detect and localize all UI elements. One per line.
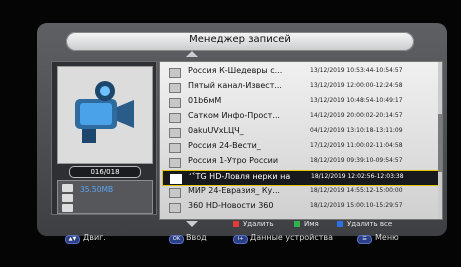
record-file-icon [169, 83, 181, 93]
record-row[interactable]: 0akuUVxLЦЧ_ 04/12/2019 13:10:18-13:11:09 [162, 125, 438, 139]
record-time: 14/12/2019 20:00:02-20:14:57 [310, 112, 403, 119]
move-hint-label: Двиг. [83, 233, 106, 242]
video-camera-thumbnail [57, 66, 153, 164]
record-time: 18/12/2019 09:39:10-09:54:57 [310, 157, 403, 164]
enter-hint-label: Ввод [186, 233, 207, 242]
record-file-icon [169, 68, 181, 78]
record-counter: 016/018 [69, 166, 141, 178]
folder-icon [62, 204, 73, 212]
record-title: Сатком Инфо-Прост... [188, 111, 280, 120]
record-title: 01b6мМ [188, 96, 222, 105]
record-title: 0akuUVxLЦЧ_ [188, 126, 244, 135]
record-title: МИР 24-Евразия_ Ку... [188, 186, 280, 195]
record-file-icon [169, 188, 181, 198]
storage-size: 35.50MB [80, 185, 114, 194]
record-time: 18/12/2019 15:00:10-15:29:57 [310, 202, 403, 209]
record-time: 04/12/2019 13:10:18-13:11:09 [310, 127, 403, 134]
record-title: Россия 1-Утро России [188, 156, 279, 165]
record-file-icon [170, 174, 182, 184]
record-title: 360 HD-Новости 360 [188, 201, 274, 210]
record-file-icon [169, 143, 181, 153]
scroll-down-arrow-icon[interactable] [186, 221, 198, 227]
ok-key-icon: OK [169, 235, 184, 244]
page-title: Менеджер записей [189, 34, 291, 45]
record-row[interactable]: Пятый канал-Извест... 13/12/2019 12:00:0… [162, 80, 438, 94]
green-key-icon [294, 221, 300, 227]
record-time: 18/12/2019 12:02:56-12:03:38 [311, 173, 404, 180]
scrollbar-thumb[interactable] [438, 114, 442, 172]
preview-panel: 016/018 35.50MB [51, 61, 157, 215]
legend-rename-label: Имя [304, 220, 319, 228]
record-title: Россия 24-Вести_ [188, 141, 261, 150]
record-row[interactable]: 360 HD-Новости 360 18/12/2019 15:00:10-1… [162, 200, 438, 214]
record-row[interactable]: Россия 24-Вести_ 17/12/2019 11:00:02-11:… [162, 140, 438, 154]
legend-rename[interactable]: Имя [294, 220, 319, 228]
device-info-box: 35.50MB [57, 180, 153, 214]
legend-delete-all[interactable]: Удалить все [337, 220, 392, 228]
records-list: Россия К-Шедевры с... 13/12/2019 10:53:4… [159, 61, 443, 220]
record-file-icon [169, 158, 181, 168]
record-time: 18/12/2019 14:55:12-15:00:00 [310, 187, 403, 194]
record-title: Пятый канал-Извест... [188, 81, 282, 90]
record-file-icon [169, 98, 181, 108]
record-row[interactable]: 01b6мМ 13/12/2019 10:48:54-10:49:17 [162, 95, 438, 109]
blue-key-icon [337, 221, 343, 227]
legend-delete[interactable]: Удалить [233, 220, 274, 228]
record-row[interactable]: МИР 24-Евразия_ Ку... 18/12/2019 14:55:1… [162, 185, 438, 199]
record-time: 13/12/2019 10:53:44-10:54:57 [310, 67, 403, 74]
title-bar: Менеджер записей [66, 32, 414, 51]
record-time: 13/12/2019 10:48:54-10:49:17 [310, 97, 403, 104]
record-row-selected[interactable]: ʻ˂TG HD-Ловля нерки на 18/12/2019 12:02:… [162, 170, 440, 186]
usb-icon [62, 194, 73, 202]
scrollbar[interactable] [438, 62, 442, 219]
record-row[interactable]: Сатком Инфо-Прост... 14/12/2019 20:00:02… [162, 110, 438, 124]
info-key-icon: i+ [233, 235, 248, 244]
record-title: ʻ˂TG HD-Ловля нерки на [189, 172, 291, 181]
menu-key-icon: ☰ [357, 235, 372, 244]
record-row[interactable]: Россия 1-Утро России 18/12/2019 09:39:10… [162, 155, 438, 169]
legend-delete-all-label: Удалить все [347, 220, 393, 228]
scroll-up-arrow-icon[interactable] [186, 51, 198, 57]
legend-delete-label: Удалить [243, 220, 274, 228]
record-row[interactable]: Россия К-Шедевры с... 13/12/2019 10:53:4… [162, 65, 438, 79]
bottom-hint-bar: ▲▼ Двиг. OK Ввод i+ Данные устройства ☰ … [38, 231, 447, 247]
video-camera-icon [75, 81, 134, 143]
record-file-icon [169, 203, 181, 213]
up-down-key-icon: ▲▼ [65, 235, 80, 244]
red-key-icon [233, 221, 239, 227]
record-time: 13/12/2019 12:00:00-12:24:58 [310, 82, 403, 89]
record-time: 17/12/2019 11:00:02-11:04:58 [310, 142, 403, 149]
record-title: Россия К-Шедевры с... [188, 66, 283, 75]
hdd-icon [62, 184, 73, 192]
record-file-icon [169, 128, 181, 138]
record-file-icon [169, 113, 181, 123]
pvr-manager-window: Менеджер записей 016/018 35.50MB Россия … [37, 23, 447, 236]
menu-hint-label: Меню [375, 233, 399, 242]
device-info-hint-label: Данные устройства [250, 233, 334, 242]
